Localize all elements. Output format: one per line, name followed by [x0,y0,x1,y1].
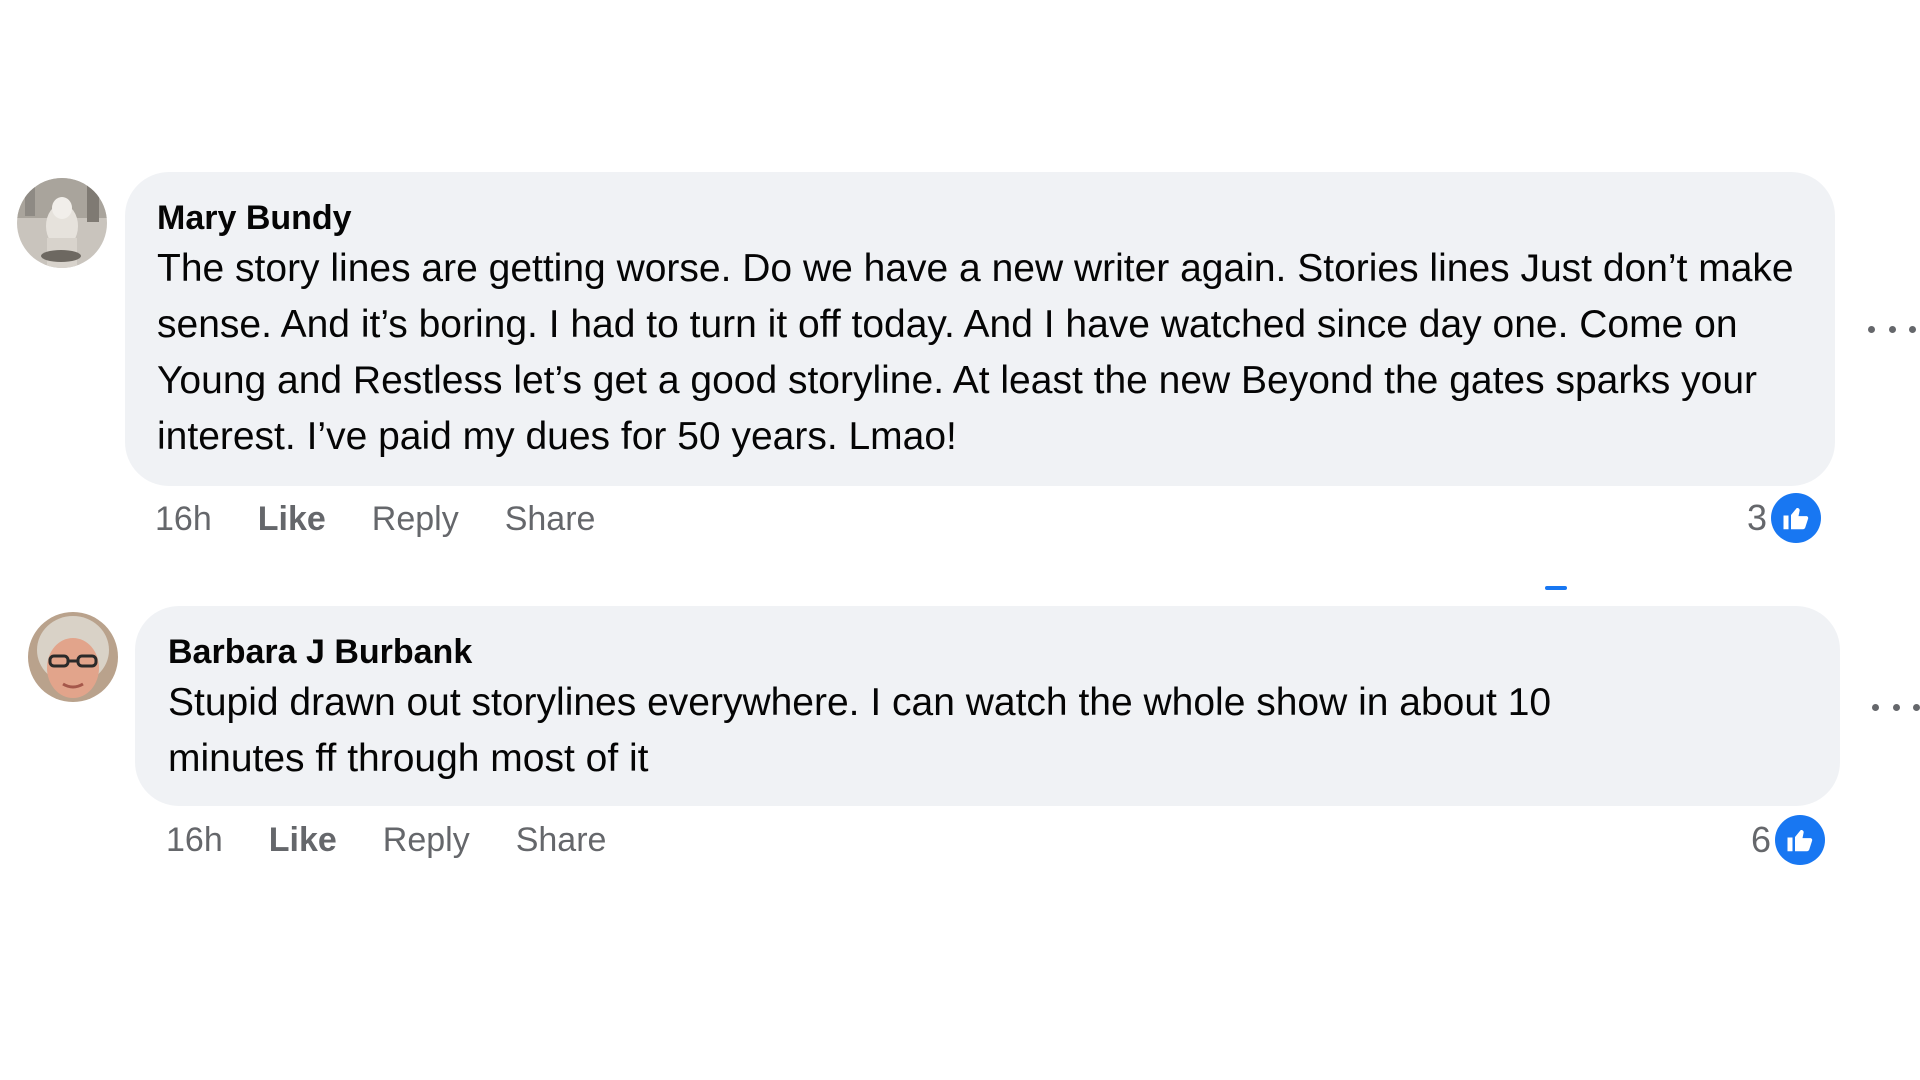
loading-indicator [1545,586,1567,590]
more-dot [1909,325,1916,333]
avatar[interactable] [17,178,107,268]
comment-actions: 16h Like Reply Share [155,500,641,539]
more-dot [1892,703,1900,711]
share-button[interactable]: Share [505,500,596,539]
comment-text: Stupid drawn out storylines everywhere. … [168,681,1552,780]
comment-author[interactable]: Barbara J Burbank [168,632,472,672]
comment-actions: 16h Like Reply Share [166,821,652,860]
reaction-count: 3 [1747,497,1768,538]
more-dot [1868,325,1875,333]
comment-author[interactable]: Mary Bundy [157,198,352,238]
avatar[interactable] [28,612,118,702]
more-options-button[interactable] [1872,692,1920,722]
more-dot [1872,703,1879,711]
avatar-photo-icon [28,612,118,702]
more-dot [1888,325,1896,333]
reaction-summary[interactable]: 6 [1751,815,1826,865]
more-options-button[interactable] [1868,314,1916,344]
more-dot [1913,703,1920,711]
reply-button[interactable]: Reply [372,500,459,539]
thumbs-up-icon [1771,493,1822,543]
comments-section: Mary Bundy The story lines are getting w… [0,0,1920,1080]
comment-timestamp[interactable]: 16h [166,821,223,860]
reaction-summary[interactable]: 3 [1747,493,1822,543]
share-button[interactable]: Share [516,821,607,860]
avatar-photo-icon [17,178,107,268]
reaction-count: 6 [1751,819,1772,860]
like-button[interactable]: Like [258,500,326,539]
comment-text: The story lines are getting worse. Do we… [157,247,1794,458]
thumbs-up-icon [1775,815,1826,865]
reply-button[interactable]: Reply [383,821,470,860]
like-button[interactable]: Like [269,821,337,860]
comment-timestamp[interactable]: 16h [155,500,212,539]
